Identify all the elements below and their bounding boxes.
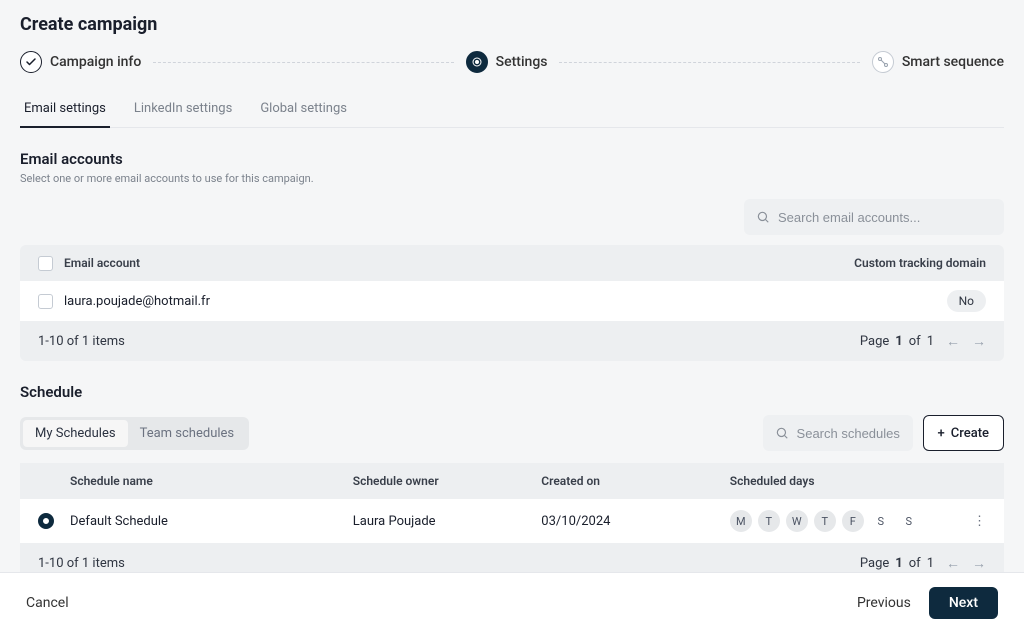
pagination: Page 1 of 1 ← → xyxy=(860,555,986,572)
items-count: 1-10 of 1 items xyxy=(38,556,125,571)
col-email-account: Email account xyxy=(64,256,806,270)
email-address: laura.poujade@hotmail.fr xyxy=(64,294,806,309)
scheduled-days: M T W T F S S xyxy=(730,510,956,532)
page-current: 1 xyxy=(895,334,902,349)
day-chip: S xyxy=(870,510,892,532)
tab-team-schedules[interactable]: Team schedules xyxy=(128,420,247,447)
search-input[interactable] xyxy=(797,426,901,441)
row-menu-icon[interactable]: ⋮ xyxy=(956,514,986,529)
next-page-icon[interactable]: → xyxy=(972,333,986,350)
schedule-table-header: Schedule name Schedule owner Created on … xyxy=(20,463,1004,499)
tab-email-settings[interactable]: Email settings xyxy=(20,91,110,128)
page-of: of xyxy=(909,334,921,349)
col-schedule-owner: Schedule owner xyxy=(353,474,542,488)
nodes-icon xyxy=(872,51,894,73)
cancel-button[interactable]: Cancel xyxy=(26,595,69,611)
tracking-domain-badge: No xyxy=(947,290,986,312)
plus-icon: + xyxy=(938,426,945,441)
step-connector xyxy=(559,62,859,63)
step-label: Settings xyxy=(496,54,548,70)
page-footer: Cancel Previous Next xyxy=(0,572,1024,633)
schedule-section: Schedule My Schedules Team schedules + xyxy=(20,383,1004,572)
section-title: Email accounts xyxy=(20,150,1004,168)
page-of: of xyxy=(909,556,921,571)
section-title: Schedule xyxy=(20,383,1004,401)
step-connector xyxy=(153,62,453,63)
schedule-radio[interactable] xyxy=(38,513,54,529)
col-scheduled-days: Scheduled days xyxy=(730,474,956,488)
page-total: 1 xyxy=(927,556,934,571)
search-icon xyxy=(775,426,789,440)
table-header: Email account Custom tracking domain xyxy=(20,245,1004,281)
stepper: Campaign info Settings Smart sequence xyxy=(20,51,1004,73)
schedule-toolbar: My Schedules Team schedules + Create xyxy=(20,415,1004,451)
col-schedule-name: Schedule name xyxy=(70,474,353,488)
email-accounts-table: Email account Custom tracking domain lau… xyxy=(20,245,1004,361)
schedule-name: Default Schedule xyxy=(70,514,353,529)
search-email-accounts[interactable] xyxy=(744,199,1004,235)
step-label: Campaign info xyxy=(50,54,141,70)
schedule-segmented-tabs: My Schedules Team schedules xyxy=(20,417,249,450)
col-tracking-domain: Custom tracking domain xyxy=(806,256,986,270)
email-accounts-section: Email accounts Select one or more email … xyxy=(20,150,1004,361)
check-icon xyxy=(20,51,42,73)
tab-global-settings[interactable]: Global settings xyxy=(256,91,351,127)
settings-tabs: Email settings LinkedIn settings Global … xyxy=(20,91,1004,128)
table-footer: 1-10 of 1 items Page 1 of 1 ← → xyxy=(20,321,1004,361)
items-count: 1-10 of 1 items xyxy=(38,334,125,349)
tab-linkedin-settings[interactable]: LinkedIn settings xyxy=(130,91,236,127)
next-page-icon[interactable]: → xyxy=(972,555,986,572)
table-row[interactable]: Default Schedule Laura Poujade 03/10/202… xyxy=(20,499,1004,543)
day-chip: W xyxy=(786,510,808,532)
section-subtitle: Select one or more email accounts to use… xyxy=(20,172,1004,185)
day-chip: T xyxy=(814,510,836,532)
step-smart-sequence[interactable]: Smart sequence xyxy=(872,51,1004,73)
row-checkbox[interactable] xyxy=(38,294,53,309)
page-current: 1 xyxy=(895,556,902,571)
search-schedules[interactable] xyxy=(763,415,913,451)
page-word: Page xyxy=(860,556,889,571)
step-settings[interactable]: Settings xyxy=(466,51,548,73)
target-icon xyxy=(466,51,488,73)
create-schedule-button[interactable]: + Create xyxy=(923,415,1004,451)
tab-my-schedules[interactable]: My Schedules xyxy=(23,420,128,447)
search-input[interactable] xyxy=(778,210,992,225)
page-title: Create campaign xyxy=(20,14,1004,35)
schedule-table-footer: 1-10 of 1 items Page 1 of 1 ← → xyxy=(20,543,1004,572)
pagination: Page 1 of 1 ← → xyxy=(860,333,986,350)
day-chip: F xyxy=(842,510,864,532)
select-all-checkbox[interactable] xyxy=(38,256,53,271)
day-chip: T xyxy=(758,510,780,532)
table-row[interactable]: laura.poujade@hotmail.fr No xyxy=(20,281,1004,321)
prev-page-icon[interactable]: ← xyxy=(946,555,960,572)
step-campaign-info[interactable]: Campaign info xyxy=(20,51,141,73)
schedule-created: 03/10/2024 xyxy=(541,514,730,529)
prev-page-icon[interactable]: ← xyxy=(946,333,960,350)
search-icon xyxy=(756,210,770,224)
day-chip: M xyxy=(730,510,752,532)
col-created-on: Created on xyxy=(541,474,730,488)
previous-button[interactable]: Previous xyxy=(857,595,911,611)
day-chip: S xyxy=(898,510,920,532)
step-label: Smart sequence xyxy=(902,54,1004,70)
page-word: Page xyxy=(860,334,889,349)
next-button[interactable]: Next xyxy=(929,587,998,619)
create-label: Create xyxy=(951,426,989,441)
page-total: 1 xyxy=(927,334,934,349)
schedule-owner: Laura Poujade xyxy=(353,514,542,529)
